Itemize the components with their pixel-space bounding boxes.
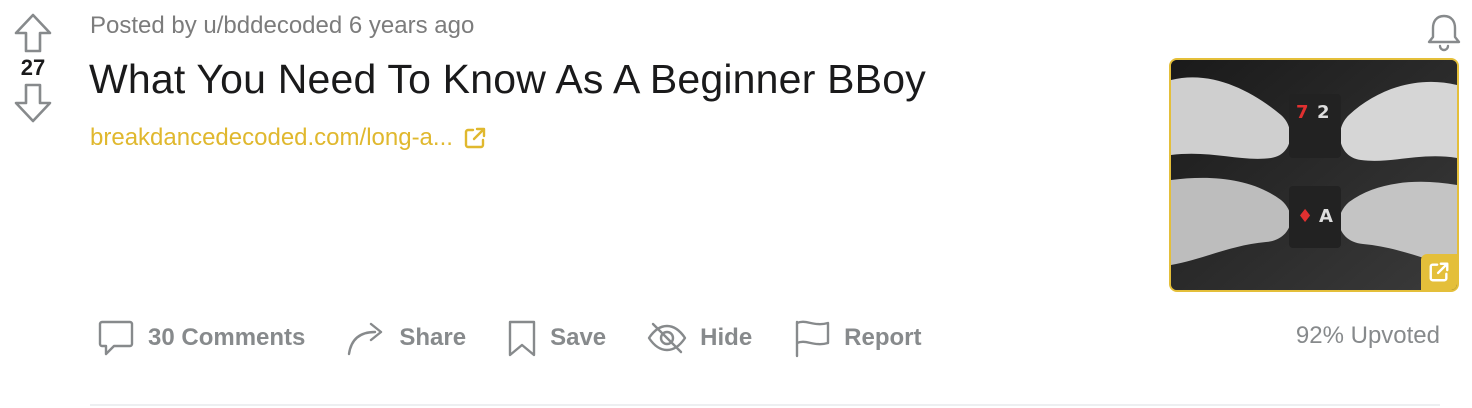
post-title[interactable]: What You Need To Know As A Beginner BBoy <box>89 56 926 103</box>
external-link-icon <box>1429 262 1449 282</box>
svg-text:A: A <box>1319 206 1333 227</box>
report-label: Report <box>844 324 922 351</box>
bookmark-icon <box>508 320 536 357</box>
flag-icon <box>795 320 830 358</box>
hide-button[interactable]: Hide <box>646 318 752 358</box>
bell-icon <box>1427 14 1461 52</box>
post-card: 27 Posted by u/bddecoded 6 years ago Wha… <box>0 0 1472 408</box>
save-button[interactable]: Save <box>506 318 606 358</box>
post-link-text[interactable]: breakdancedecoded.com/long-a... <box>90 124 453 152</box>
comments-label: 30 Comments <box>148 324 306 351</box>
hide-eye-icon <box>647 322 687 354</box>
downvote-button[interactable] <box>10 80 56 126</box>
thumbnail-external-badge <box>1421 254 1457 290</box>
svg-text:♦: ♦ <box>1297 206 1313 227</box>
share-label: Share <box>399 324 467 351</box>
share-button[interactable]: Share <box>345 318 466 358</box>
follow-bell-button[interactable] <box>1422 10 1466 54</box>
post-time: 6 years ago <box>348 12 475 39</box>
post-thumbnail[interactable]: 7 2 ♦ A <box>1169 58 1459 292</box>
svg-text:2: 2 <box>1317 102 1330 123</box>
vote-column: 27 <box>10 10 56 126</box>
upvote-arrow-icon <box>14 13 52 53</box>
thumbnail-image: 7 2 ♦ A <box>1171 60 1457 290</box>
post-link[interactable]: breakdancedecoded.com/long-a... <box>90 124 487 152</box>
share-icon <box>348 322 383 356</box>
hide-label: Hide <box>700 324 753 351</box>
save-label: Save <box>550 324 607 351</box>
downvote-arrow-icon <box>14 83 52 123</box>
author-link[interactable]: u/bddecoded <box>203 12 342 39</box>
comments-button[interactable]: 30 Comments <box>96 318 305 358</box>
post-meta: Posted by u/bddecoded 6 years ago <box>90 12 474 40</box>
report-button[interactable]: Report <box>792 318 922 358</box>
post-actions: 30 Comments Share Save Hide Report <box>96 312 962 364</box>
upvote-ratio: 92% Upvoted <box>1295 322 1440 349</box>
comment-icon <box>98 320 134 356</box>
external-link-icon <box>464 127 486 149</box>
meta-prefix: Posted by <box>90 12 197 39</box>
divider <box>90 404 1440 406</box>
svg-text:7: 7 <box>1296 102 1309 123</box>
